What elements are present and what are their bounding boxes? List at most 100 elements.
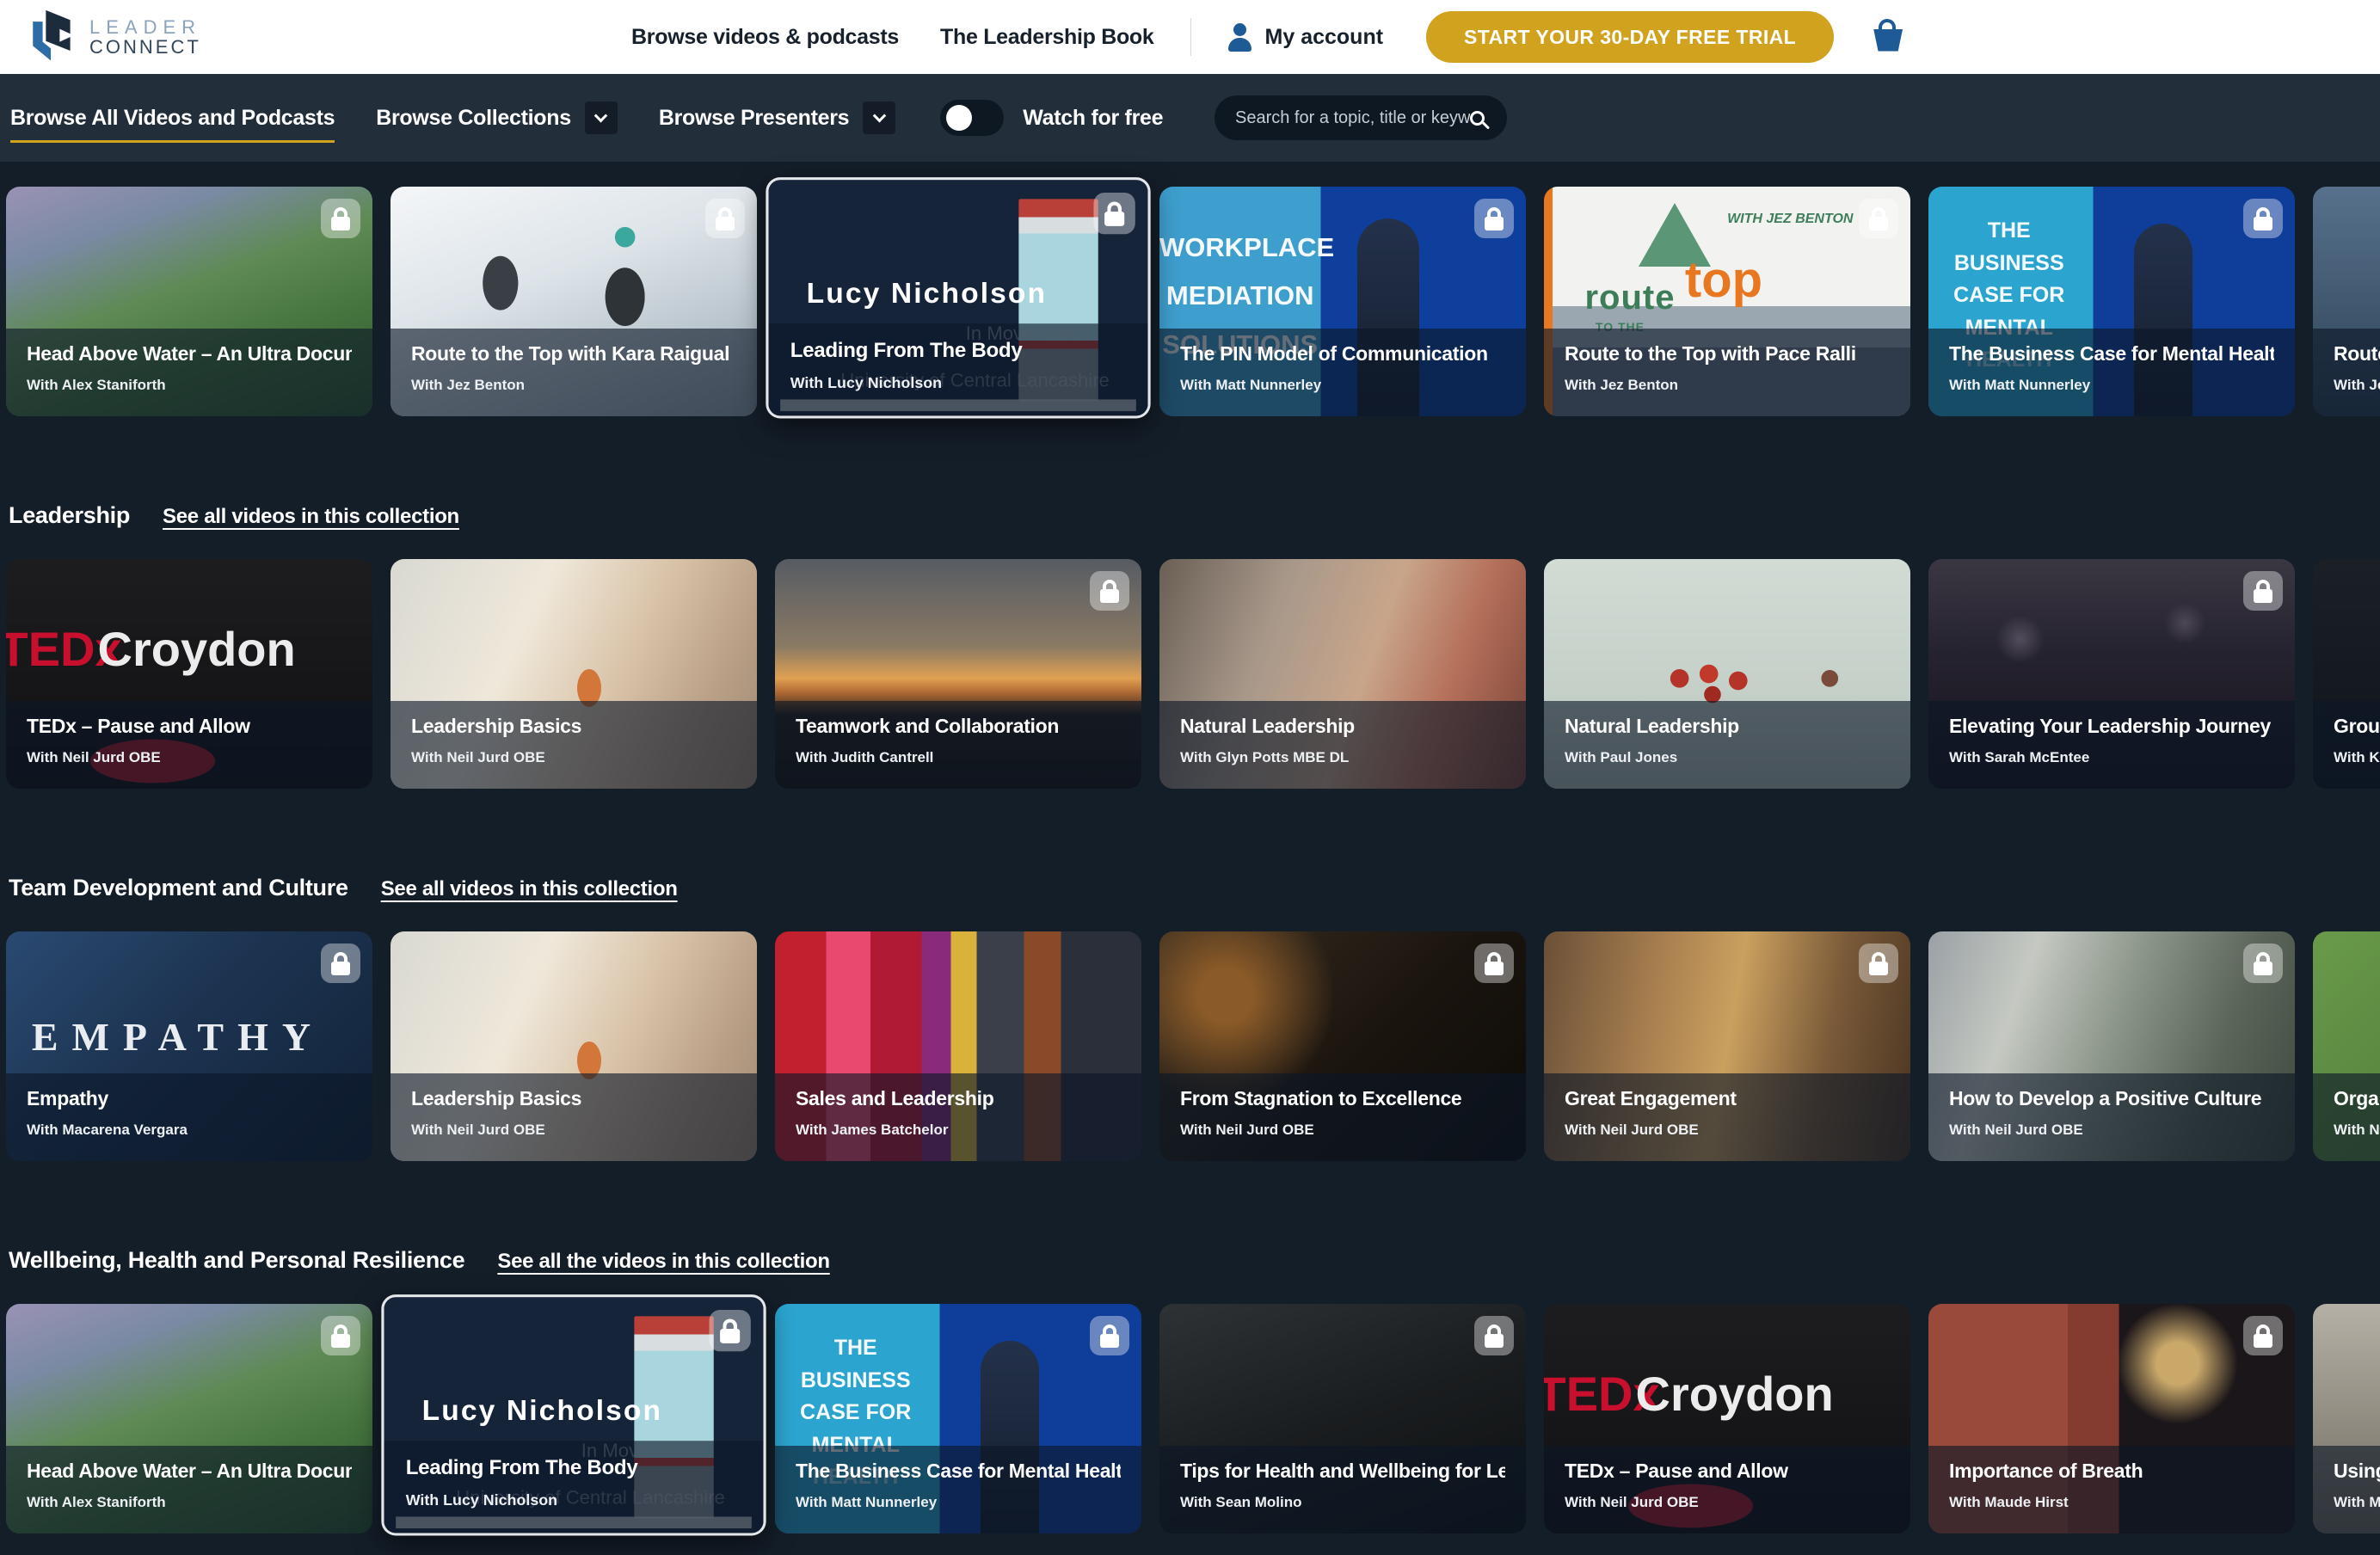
video-presenter: With Lucy Nicholson bbox=[790, 374, 1127, 392]
thumbnail-text: BUSINESS bbox=[1928, 251, 2089, 276]
card-overlay: Sales and Leadership With James Batchelo… bbox=[775, 1073, 1141, 1161]
video-presenter: With Lucy Nicholson bbox=[406, 1491, 742, 1509]
video-title: Organi bbox=[2334, 1087, 2380, 1110]
video-title: Natural Leadership bbox=[1565, 715, 1890, 738]
video-card[interactable]: Route t With Jez bbox=[2313, 187, 2380, 416]
video-card[interactable]: Sales and Leadership With James Batchelo… bbox=[775, 931, 1141, 1161]
video-card[interactable]: WORKPLACEMEDIATIONSOLUTIONS The PIN Mode… bbox=[1159, 187, 1526, 416]
video-card[interactable]: TEDxCroydon TEDx – Pause and Allow With … bbox=[1544, 1304, 1910, 1533]
video-title: Great Engagement bbox=[1565, 1087, 1890, 1110]
video-presenter: With Ma bbox=[2334, 1494, 2380, 1511]
collection-title: Leadership bbox=[9, 502, 130, 529]
video-card[interactable]: Ground With Kell bbox=[2313, 559, 2380, 789]
card-overlay: Leading From The Body With Lucy Nicholso… bbox=[769, 323, 1148, 415]
collection-section: Head Above Water – An Ultra Documentary … bbox=[0, 187, 2380, 416]
video-card[interactable]: TEDxCroydon TEDx – Pause and Allow With … bbox=[6, 559, 372, 789]
video-card[interactable]: THEBUSINESSCASE FORMENTALHEALTH The Busi… bbox=[775, 1304, 1141, 1533]
nav-browse-videos-podcasts[interactable]: Browse videos & podcasts bbox=[631, 25, 899, 50]
lock-icon bbox=[1474, 1316, 1514, 1355]
free-trial-button[interactable]: START YOUR 30-DAY FREE TRIAL bbox=[1426, 11, 1834, 63]
basket-icon[interactable] bbox=[1873, 19, 1903, 56]
video-title: Teamwork and Collaboration bbox=[796, 715, 1121, 738]
lock-icon bbox=[1474, 943, 1514, 983]
card-overlay: The PIN Model of Communication With Matt… bbox=[1159, 329, 1526, 416]
browse-presenters-dropdown[interactable]: Browse Presenters bbox=[659, 101, 895, 134]
video-presenter: With Jez bbox=[2334, 377, 2380, 394]
card-overlay: Ground With Kell bbox=[2313, 701, 2380, 789]
my-account-label: My account bbox=[1265, 25, 1384, 50]
video-card[interactable]: Lucy NicholsonIn MovementUniversity of C… bbox=[766, 177, 1150, 418]
watch-free-toggle[interactable] bbox=[940, 100, 1004, 136]
video-card[interactable]: Route to the Top with Kara Raigual With … bbox=[391, 187, 757, 416]
video-presenter: With Neil Jurd OBE bbox=[411, 749, 736, 766]
see-all-link[interactable]: See all videos in this collection bbox=[381, 877, 678, 901]
see-all-link[interactable]: See all videos in this collection bbox=[163, 505, 459, 529]
my-account-button[interactable]: My account bbox=[1227, 23, 1384, 52]
site-header: LEADER CONNECT Browse videos & podcasts … bbox=[0, 0, 2380, 74]
video-card[interactable]: Leadership Basics With Neil Jurd OBE bbox=[391, 559, 757, 789]
video-card[interactable]: Organi With Nei bbox=[2313, 931, 2380, 1161]
video-presenter: With Matt Nunnerley bbox=[1949, 377, 2274, 394]
video-card[interactable]: Using With Ma bbox=[2313, 1304, 2380, 1533]
watch-free-label: Watch for free bbox=[1023, 106, 1163, 131]
video-card[interactable]: Teamwork and Collaboration With Judith C… bbox=[775, 559, 1141, 789]
logo[interactable]: LEADER CONNECT bbox=[24, 9, 201, 65]
video-presenter: With Neil Jurd OBE bbox=[411, 1122, 736, 1139]
thumbnail-text: CASE FOR bbox=[1928, 283, 2089, 308]
video-card[interactable]: EMPATHY Empathy With Macarena Vergara bbox=[6, 931, 372, 1161]
video-title: The Business Case for Mental Health in t… bbox=[1949, 342, 2274, 366]
search-box bbox=[1215, 95, 1507, 140]
video-card[interactable]: Head Above Water – An Ultra Documentary … bbox=[6, 1304, 372, 1533]
video-presenter: With Neil Jurd OBE bbox=[1949, 1122, 2274, 1139]
lock-icon bbox=[705, 199, 745, 238]
card-overlay: Leading From The Body With Lucy Nicholso… bbox=[384, 1441, 764, 1533]
search-input[interactable] bbox=[1235, 108, 1470, 128]
video-card[interactable]: Importance of Breath With Maude Hirst bbox=[1928, 1304, 2295, 1533]
video-card[interactable]: Natural Leadership With Paul Jones bbox=[1544, 559, 1910, 789]
card-overlay: Organi With Nei bbox=[2313, 1073, 2380, 1161]
video-card[interactable]: Great Engagement With Neil Jurd OBE bbox=[1544, 931, 1910, 1161]
collection-section: Team Development and Culture See all vid… bbox=[0, 875, 2380, 1161]
lock-icon bbox=[2243, 571, 2283, 611]
chevron-down-icon[interactable] bbox=[585, 101, 618, 134]
video-title: Importance of Breath bbox=[1949, 1460, 2274, 1483]
video-card[interactable]: From Stagnation to Excellence With Neil … bbox=[1159, 931, 1526, 1161]
video-title: Leading From The Body bbox=[406, 1455, 742, 1479]
card-overlay: Empathy With Macarena Vergara bbox=[6, 1073, 372, 1161]
section-head: Team Development and Culture See all vid… bbox=[0, 875, 2380, 906]
thumbnail-text: WITH JEZ BENTON bbox=[1727, 212, 1853, 227]
video-title: Leadership Basics bbox=[411, 1087, 736, 1110]
video-card[interactable]: Natural Leadership With Glyn Potts MBE D… bbox=[1159, 559, 1526, 789]
video-presenter: With Paul Jones bbox=[1565, 749, 1890, 766]
browse-all-videos-link[interactable]: Browse All Videos and Podcasts bbox=[10, 106, 335, 131]
video-presenter: With Jez Benton bbox=[411, 377, 736, 394]
card-overlay: Route to the Top with Pace Ralli With Je… bbox=[1544, 329, 1910, 416]
logo-line2: CONNECT bbox=[89, 37, 201, 57]
lock-icon bbox=[2243, 943, 2283, 983]
video-card[interactable]: Leadership Basics With Neil Jurd OBE bbox=[391, 931, 757, 1161]
see-all-link[interactable]: See all the videos in this collection bbox=[497, 1250, 829, 1274]
video-card[interactable]: THEBUSINESSCASE FORMENTALHEALTH The Busi… bbox=[1928, 187, 2295, 416]
video-card[interactable]: Head Above Water – An Ultra Documentary … bbox=[6, 187, 372, 416]
browse-collections-dropdown[interactable]: Browse Collections bbox=[376, 101, 618, 134]
card-overlay: Route to the Top with Kara Raigual With … bbox=[391, 329, 757, 416]
video-card[interactable]: routeTO THEtopWITH JEZ BENTON Route to t… bbox=[1544, 187, 1910, 416]
video-card[interactable]: Tips for Health and Wellbeing for Leader… bbox=[1159, 1304, 1526, 1533]
card-overlay: The Business Case for Mental Health in t… bbox=[1928, 329, 2295, 416]
video-presenter: With Judith Cantrell bbox=[796, 749, 1121, 766]
card-overlay: How to Develop a Positive Culture With N… bbox=[1928, 1073, 2295, 1161]
card-overlay: Route t With Jez bbox=[2313, 329, 2380, 416]
video-card[interactable]: Lucy NicholsonIn MovementUniversity of C… bbox=[381, 1294, 766, 1535]
video-presenter: With Glyn Potts MBE DL bbox=[1180, 749, 1505, 766]
logo-icon bbox=[24, 9, 77, 65]
chevron-down-icon[interactable] bbox=[863, 101, 895, 134]
video-card[interactable]: Elevating Your Leadership Journey With S… bbox=[1928, 559, 2295, 789]
video-presenter: With Sarah McEntee bbox=[1949, 749, 2274, 766]
card-overlay: TEDx – Pause and Allow With Neil Jurd OB… bbox=[1544, 1446, 1910, 1533]
video-card[interactable]: How to Develop a Positive Culture With N… bbox=[1928, 931, 2295, 1161]
thumbnail-text: THE bbox=[1928, 218, 2089, 243]
video-title: Elevating Your Leadership Journey bbox=[1949, 715, 2274, 738]
nav-leadership-book[interactable]: The Leadership Book bbox=[940, 25, 1154, 50]
search-icon[interactable] bbox=[1470, 111, 1485, 126]
card-row: Head Above Water – An Ultra Documentary … bbox=[0, 187, 2380, 416]
